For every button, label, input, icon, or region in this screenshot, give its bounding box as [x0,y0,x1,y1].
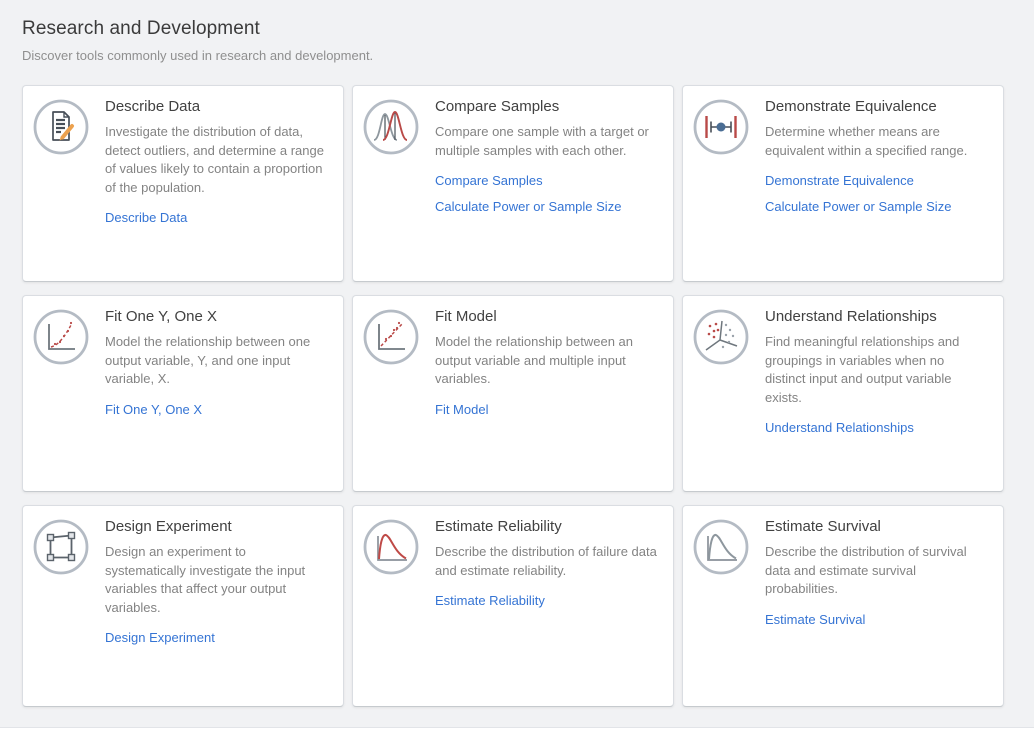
tool-card: Compare Samples Compare one sample with a… [352,85,674,282]
card-description: Find meaningful relationships and groupi… [765,333,987,407]
page-title: Research and Development [22,16,1034,42]
card-description: Describe the distribution of survival da… [765,543,987,599]
card-link[interactable]: Estimate Survival [765,612,865,628]
card-links: Demonstrate Equivalence Calculate Power o… [765,173,987,215]
card-link[interactable]: Demonstrate Equivalence [765,173,914,189]
estimate-reliability-curve-icon [363,519,419,575]
card-links: Design Experiment [105,630,327,646]
card-links: Estimate Reliability [435,593,657,609]
card-description: Compare one sample with a target or mult… [435,123,657,160]
describe-data-document-pencil-icon [33,99,89,155]
card-body: Compare Samples Compare one sample with a… [435,97,657,215]
card-links: Compare Samples Calculate Power or Sample… [435,173,657,215]
card-link[interactable]: Compare Samples [435,173,543,189]
card-body: Understand Relationships Find meaningful … [765,307,987,436]
card-link[interactable]: Fit Model [435,402,488,418]
card-title: Estimate Reliability [435,517,657,537]
card-links: Estimate Survival [765,612,987,628]
card-link[interactable]: Design Experiment [105,630,215,646]
compare-samples-overlapping-curves-icon [363,99,419,155]
card-title: Demonstrate Equivalence [765,97,987,117]
design-experiment-square-icon [33,519,89,575]
card-description: Investigate the distribution of data, de… [105,123,327,197]
fit-model-trend-icon [363,309,419,365]
card-body: Design Experiment Design an experiment to… [105,517,327,646]
card-description: Design an experiment to systematically i… [105,543,327,617]
card-body: Estimate Survival Describe the distributi… [765,517,987,628]
card-title: Fit Model [435,307,657,327]
tool-card: Estimate Reliability Describe the distrib… [352,505,674,707]
page-subtitle: Discover tools commonly used in research… [22,47,1034,64]
tool-card: Fit Model Model the relationship between … [352,295,674,492]
tool-card: Fit One Y, One X Model the relationship b… [22,295,344,492]
tool-card: Design Experiment Design an experiment to… [22,505,344,707]
card-body: Estimate Reliability Describe the distrib… [435,517,657,609]
card-description: Model the relationship between an output… [435,333,657,389]
understand-relationships-3d-scatter-icon [693,309,749,365]
card-title: Compare Samples [435,97,657,117]
card-description: Model the relationship between one outpu… [105,333,327,389]
bottom-strip [0,727,1034,734]
card-body: Describe Data Investigate the distributio… [105,97,327,226]
card-title: Understand Relationships [765,307,987,327]
tool-card: Estimate Survival Describe the distributi… [682,505,1004,707]
card-links: Understand Relationships [765,420,987,436]
card-link[interactable]: Estimate Reliability [435,593,545,609]
card-title: Fit One Y, One X [105,307,327,327]
card-link[interactable]: Calculate Power or Sample Size [435,199,621,215]
card-title: Estimate Survival [765,517,987,537]
equivalence-interval-icon [693,99,749,155]
card-links: Fit Model [435,402,657,418]
card-title: Describe Data [105,97,327,117]
tool-card: Describe Data Investigate the distributio… [22,85,344,282]
card-title: Design Experiment [105,517,327,537]
card-links: Fit One Y, One X [105,402,327,418]
card-description: Determine whether means are equivalent w… [765,123,987,160]
card-link[interactable]: Calculate Power or Sample Size [765,199,951,215]
card-description: Describe the distribution of failure dat… [435,543,657,580]
estimate-survival-curve-icon [693,519,749,575]
card-links: Describe Data [105,210,327,226]
research-development-page: Research and Development Discover tools … [0,0,1034,707]
card-link[interactable]: Understand Relationships [765,420,914,436]
tool-card: Understand Relationships Find meaningful … [682,295,1004,492]
card-body: Fit One Y, One X Model the relationship b… [105,307,327,418]
fit-one-y-one-x-curve-icon [33,309,89,365]
card-body: Fit Model Model the relationship between … [435,307,657,418]
card-link[interactable]: Fit One Y, One X [105,402,202,418]
tool-card: Demonstrate Equivalence Determine whether… [682,85,1004,282]
card-link[interactable]: Describe Data [105,210,187,226]
card-body: Demonstrate Equivalence Determine whether… [765,97,987,215]
tools-grid: Describe Data Investigate the distributio… [22,85,1034,707]
